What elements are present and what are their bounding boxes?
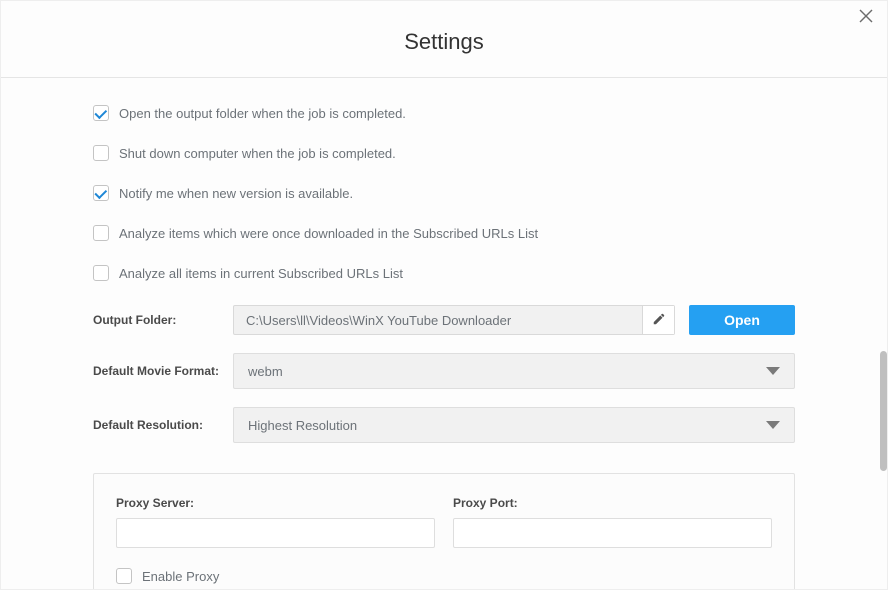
content: Open the output folder when the job is c… xyxy=(1,87,887,589)
proxy-port-input[interactable] xyxy=(453,518,772,548)
checkbox-open-output[interactable] xyxy=(93,105,109,121)
output-folder-group: C:\Users\ll\Videos\WinX YouTube Download… xyxy=(233,305,795,335)
output-folder-label: Output Folder: xyxy=(93,313,233,327)
open-button-label: Open xyxy=(724,312,760,328)
settings-window: Settings Open the output folder when the… xyxy=(0,0,888,590)
checkbox-label: Analyze all items in current Subscribed … xyxy=(119,266,403,281)
default-format-select[interactable]: webm xyxy=(233,353,795,389)
output-folder-path: C:\Users\ll\Videos\WinX YouTube Download… xyxy=(234,306,642,334)
checkbox-label: Notify me when new version is available. xyxy=(119,186,353,201)
proxy-server-label: Proxy Server: xyxy=(116,496,435,510)
checkbox-analyze-all[interactable] xyxy=(93,265,109,281)
edit-output-folder-button[interactable] xyxy=(642,306,674,334)
output-folder-field: C:\Users\ll\Videos\WinX YouTube Download… xyxy=(233,305,675,335)
default-format-value: webm xyxy=(248,364,283,379)
proxy-port-column: Proxy Port: xyxy=(453,496,772,548)
checkbox-shut-down[interactable] xyxy=(93,145,109,161)
default-resolution-value: Highest Resolution xyxy=(248,418,357,433)
checkbox-label: Shut down computer when the job is compl… xyxy=(119,146,396,161)
enable-proxy-row[interactable]: Enable Proxy xyxy=(116,568,772,584)
default-format-row: Default Movie Format: webm xyxy=(93,353,795,389)
content-scroll[interactable]: Open the output folder when the job is c… xyxy=(1,87,887,589)
page-title: Settings xyxy=(1,1,887,77)
checkbox-notify-version[interactable] xyxy=(93,185,109,201)
checkbox-row-analyze-all[interactable]: Analyze all items in current Subscribed … xyxy=(93,265,795,281)
checkbox-label: Open the output folder when the job is c… xyxy=(119,106,406,121)
pencil-icon xyxy=(652,312,666,329)
enable-proxy-label: Enable Proxy xyxy=(142,569,219,584)
output-folder-row: Output Folder: C:\Users\ll\Videos\WinX Y… xyxy=(93,305,795,335)
default-format-label: Default Movie Format: xyxy=(93,364,233,378)
default-resolution-label: Default Resolution: xyxy=(93,418,233,432)
header-divider xyxy=(1,77,887,78)
default-resolution-row: Default Resolution: Highest Resolution xyxy=(93,407,795,443)
checkbox-row-open-output[interactable]: Open the output folder when the job is c… xyxy=(93,105,795,121)
close-icon[interactable] xyxy=(859,9,875,25)
open-output-folder-button[interactable]: Open xyxy=(689,305,795,335)
proxy-grid: Proxy Server: Proxy Port: xyxy=(116,496,772,548)
vertical-scrollbar-thumb[interactable] xyxy=(880,351,887,471)
proxy-server-input[interactable] xyxy=(116,518,435,548)
chevron-down-icon xyxy=(766,367,780,375)
chevron-down-icon xyxy=(766,421,780,429)
default-resolution-select[interactable]: Highest Resolution xyxy=(233,407,795,443)
checkbox-analyze-once-downloaded[interactable] xyxy=(93,225,109,241)
proxy-panel: Proxy Server: Proxy Port: Enable Proxy xyxy=(93,473,795,589)
checkbox-row-notify-version[interactable]: Notify me when new version is available. xyxy=(93,185,795,201)
checkbox-enable-proxy[interactable] xyxy=(116,568,132,584)
checkbox-row-analyze-once-downloaded[interactable]: Analyze items which were once downloaded… xyxy=(93,225,795,241)
checkbox-label: Analyze items which were once downloaded… xyxy=(119,226,538,241)
checkbox-row-shut-down[interactable]: Shut down computer when the job is compl… xyxy=(93,145,795,161)
proxy-server-column: Proxy Server: xyxy=(116,496,435,548)
proxy-port-label: Proxy Port: xyxy=(453,496,772,510)
